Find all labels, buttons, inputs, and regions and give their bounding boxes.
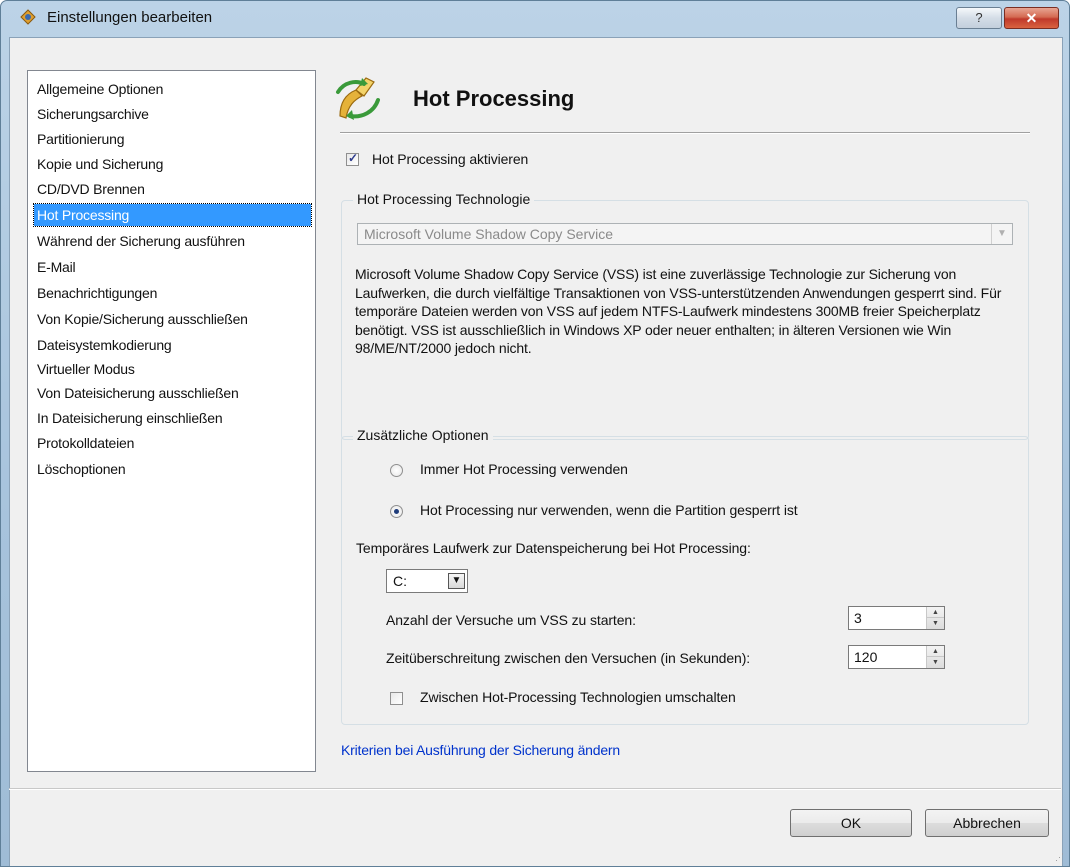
help-button[interactable]: ? bbox=[956, 7, 1002, 29]
spin-down-icon[interactable]: ▼ bbox=[927, 657, 944, 668]
sidebar-item-sicherungsarchive[interactable]: Sicherungsarchive bbox=[37, 103, 311, 125]
footer-divider bbox=[9, 788, 1061, 790]
sidebar-item-kopie-und-sicherung[interactable]: Kopie und Sicherung bbox=[37, 153, 311, 175]
vss-attempts-spinner[interactable]: 3 ▲ ▼ bbox=[848, 606, 945, 630]
checkmark-icon: ✓ bbox=[348, 151, 359, 165]
sidebar-item-loeschoptionen[interactable]: Löschoptionen bbox=[37, 458, 311, 480]
sidebar-item-benachrichtigungen[interactable]: Benachrichtigungen bbox=[37, 282, 311, 304]
sidebar-item-waehrend-der-sicherung[interactable]: Während der Sicherung ausführen bbox=[37, 230, 311, 252]
enable-hot-processing-checkbox[interactable]: ✓ bbox=[346, 151, 359, 166]
technology-description: Microsoft Volume Shadow Copy Service (VS… bbox=[355, 266, 1002, 356]
technology-group-legend: Hot Processing Technologie bbox=[353, 191, 535, 207]
sidebar-item-von-kopie-ausschliessen[interactable]: Von Kopie/Sicherung ausschließen bbox=[37, 308, 311, 330]
vss-attempts-label: Anzahl der Versuche um VSS zu starten: bbox=[386, 612, 636, 628]
ok-button[interactable]: OK bbox=[790, 809, 912, 837]
sidebar-item-in-dateisicherung-einschliessen[interactable]: In Dateisicherung einschließen bbox=[37, 407, 311, 429]
radio-locked-label[interactable]: Hot Processing nur verwenden, wenn die P… bbox=[420, 502, 798, 518]
radio-always-hot-processing[interactable] bbox=[390, 464, 403, 477]
temp-drive-label: Temporäres Laufwerk zur Datenspeicherung… bbox=[356, 540, 751, 556]
settings-category-list[interactable]: Allgemeine Optionen Sicherungsarchive Pa… bbox=[27, 70, 316, 772]
timeout-value: 120 bbox=[854, 649, 878, 665]
spinner-buttons: ▲ ▼ bbox=[926, 607, 944, 629]
sidebar-item-hot-processing[interactable]: Hot Processing bbox=[33, 203, 312, 227]
technology-select-value: Microsoft Volume Shadow Copy Service bbox=[364, 226, 613, 242]
radio-always-label[interactable]: Immer Hot Processing verwenden bbox=[420, 461, 628, 477]
close-button[interactable]: ✕ bbox=[1004, 7, 1059, 29]
resize-grip-icon[interactable]: ⋰ bbox=[1055, 852, 1064, 863]
radio-selected-dot bbox=[394, 509, 399, 514]
criteria-link[interactable]: Kriterien bei Ausführung der Sicherung ä… bbox=[341, 742, 620, 758]
temp-drive-select[interactable]: C: ▼ bbox=[386, 569, 468, 593]
timeout-spinner[interactable]: 120 ▲ ▼ bbox=[848, 645, 945, 669]
spin-up-icon[interactable]: ▲ bbox=[927, 607, 944, 618]
additional-options-legend: Zusätzliche Optionen bbox=[353, 427, 493, 443]
sidebar-item-allgemeine-optionen[interactable]: Allgemeine Optionen bbox=[37, 78, 311, 100]
spin-up-icon[interactable]: ▲ bbox=[927, 646, 944, 657]
sidebar-item-protokolldateien[interactable]: Protokolldateien bbox=[37, 432, 311, 454]
sidebar-item-cd-dvd-brennen[interactable]: CD/DVD Brennen bbox=[37, 178, 311, 200]
spinner-buttons: ▲ ▼ bbox=[926, 646, 944, 668]
chevron-down-icon[interactable]: ▼ bbox=[448, 573, 465, 589]
timeout-label: Zeitüberschreitung zwischen den Versuche… bbox=[386, 650, 751, 666]
sidebar-item-dateisystemkodierung[interactable]: Dateisystemkodierung bbox=[37, 334, 311, 356]
app-icon bbox=[20, 9, 36, 25]
spin-down-icon[interactable]: ▼ bbox=[927, 618, 944, 629]
vss-attempts-value: 3 bbox=[854, 610, 862, 626]
technology-select: Microsoft Volume Shadow Copy Service ▼ bbox=[357, 223, 1013, 245]
enable-hot-processing-label[interactable]: Hot Processing aktivieren bbox=[372, 151, 528, 167]
sidebar-item-e-mail[interactable]: E-Mail bbox=[37, 256, 311, 278]
radio-locked-partition[interactable] bbox=[390, 505, 403, 518]
page-title: Hot Processing bbox=[413, 86, 575, 111]
window-title: Einstellungen bearbeiten bbox=[47, 9, 213, 26]
title-bar[interactable]: Einstellungen bearbeiten ? ✕ bbox=[1, 1, 1069, 31]
sidebar-item-von-dateisicherung-ausschliessen[interactable]: Von Dateisicherung ausschließen bbox=[37, 382, 311, 404]
chevron-down-icon: ▼ bbox=[991, 224, 1012, 244]
switch-technologies-checkbox[interactable] bbox=[390, 692, 403, 705]
header-divider bbox=[340, 132, 1030, 134]
sidebar-item-partitionierung[interactable]: Partitionierung bbox=[37, 128, 311, 150]
hot-processing-icon bbox=[336, 77, 380, 120]
temp-drive-value: C: bbox=[393, 573, 407, 589]
sidebar-item-virtueller-modus[interactable]: Virtueller Modus bbox=[37, 358, 311, 380]
cancel-button[interactable]: Abbrechen bbox=[925, 809, 1049, 837]
switch-technologies-label[interactable]: Zwischen Hot-Processing Technologien ums… bbox=[420, 689, 736, 705]
